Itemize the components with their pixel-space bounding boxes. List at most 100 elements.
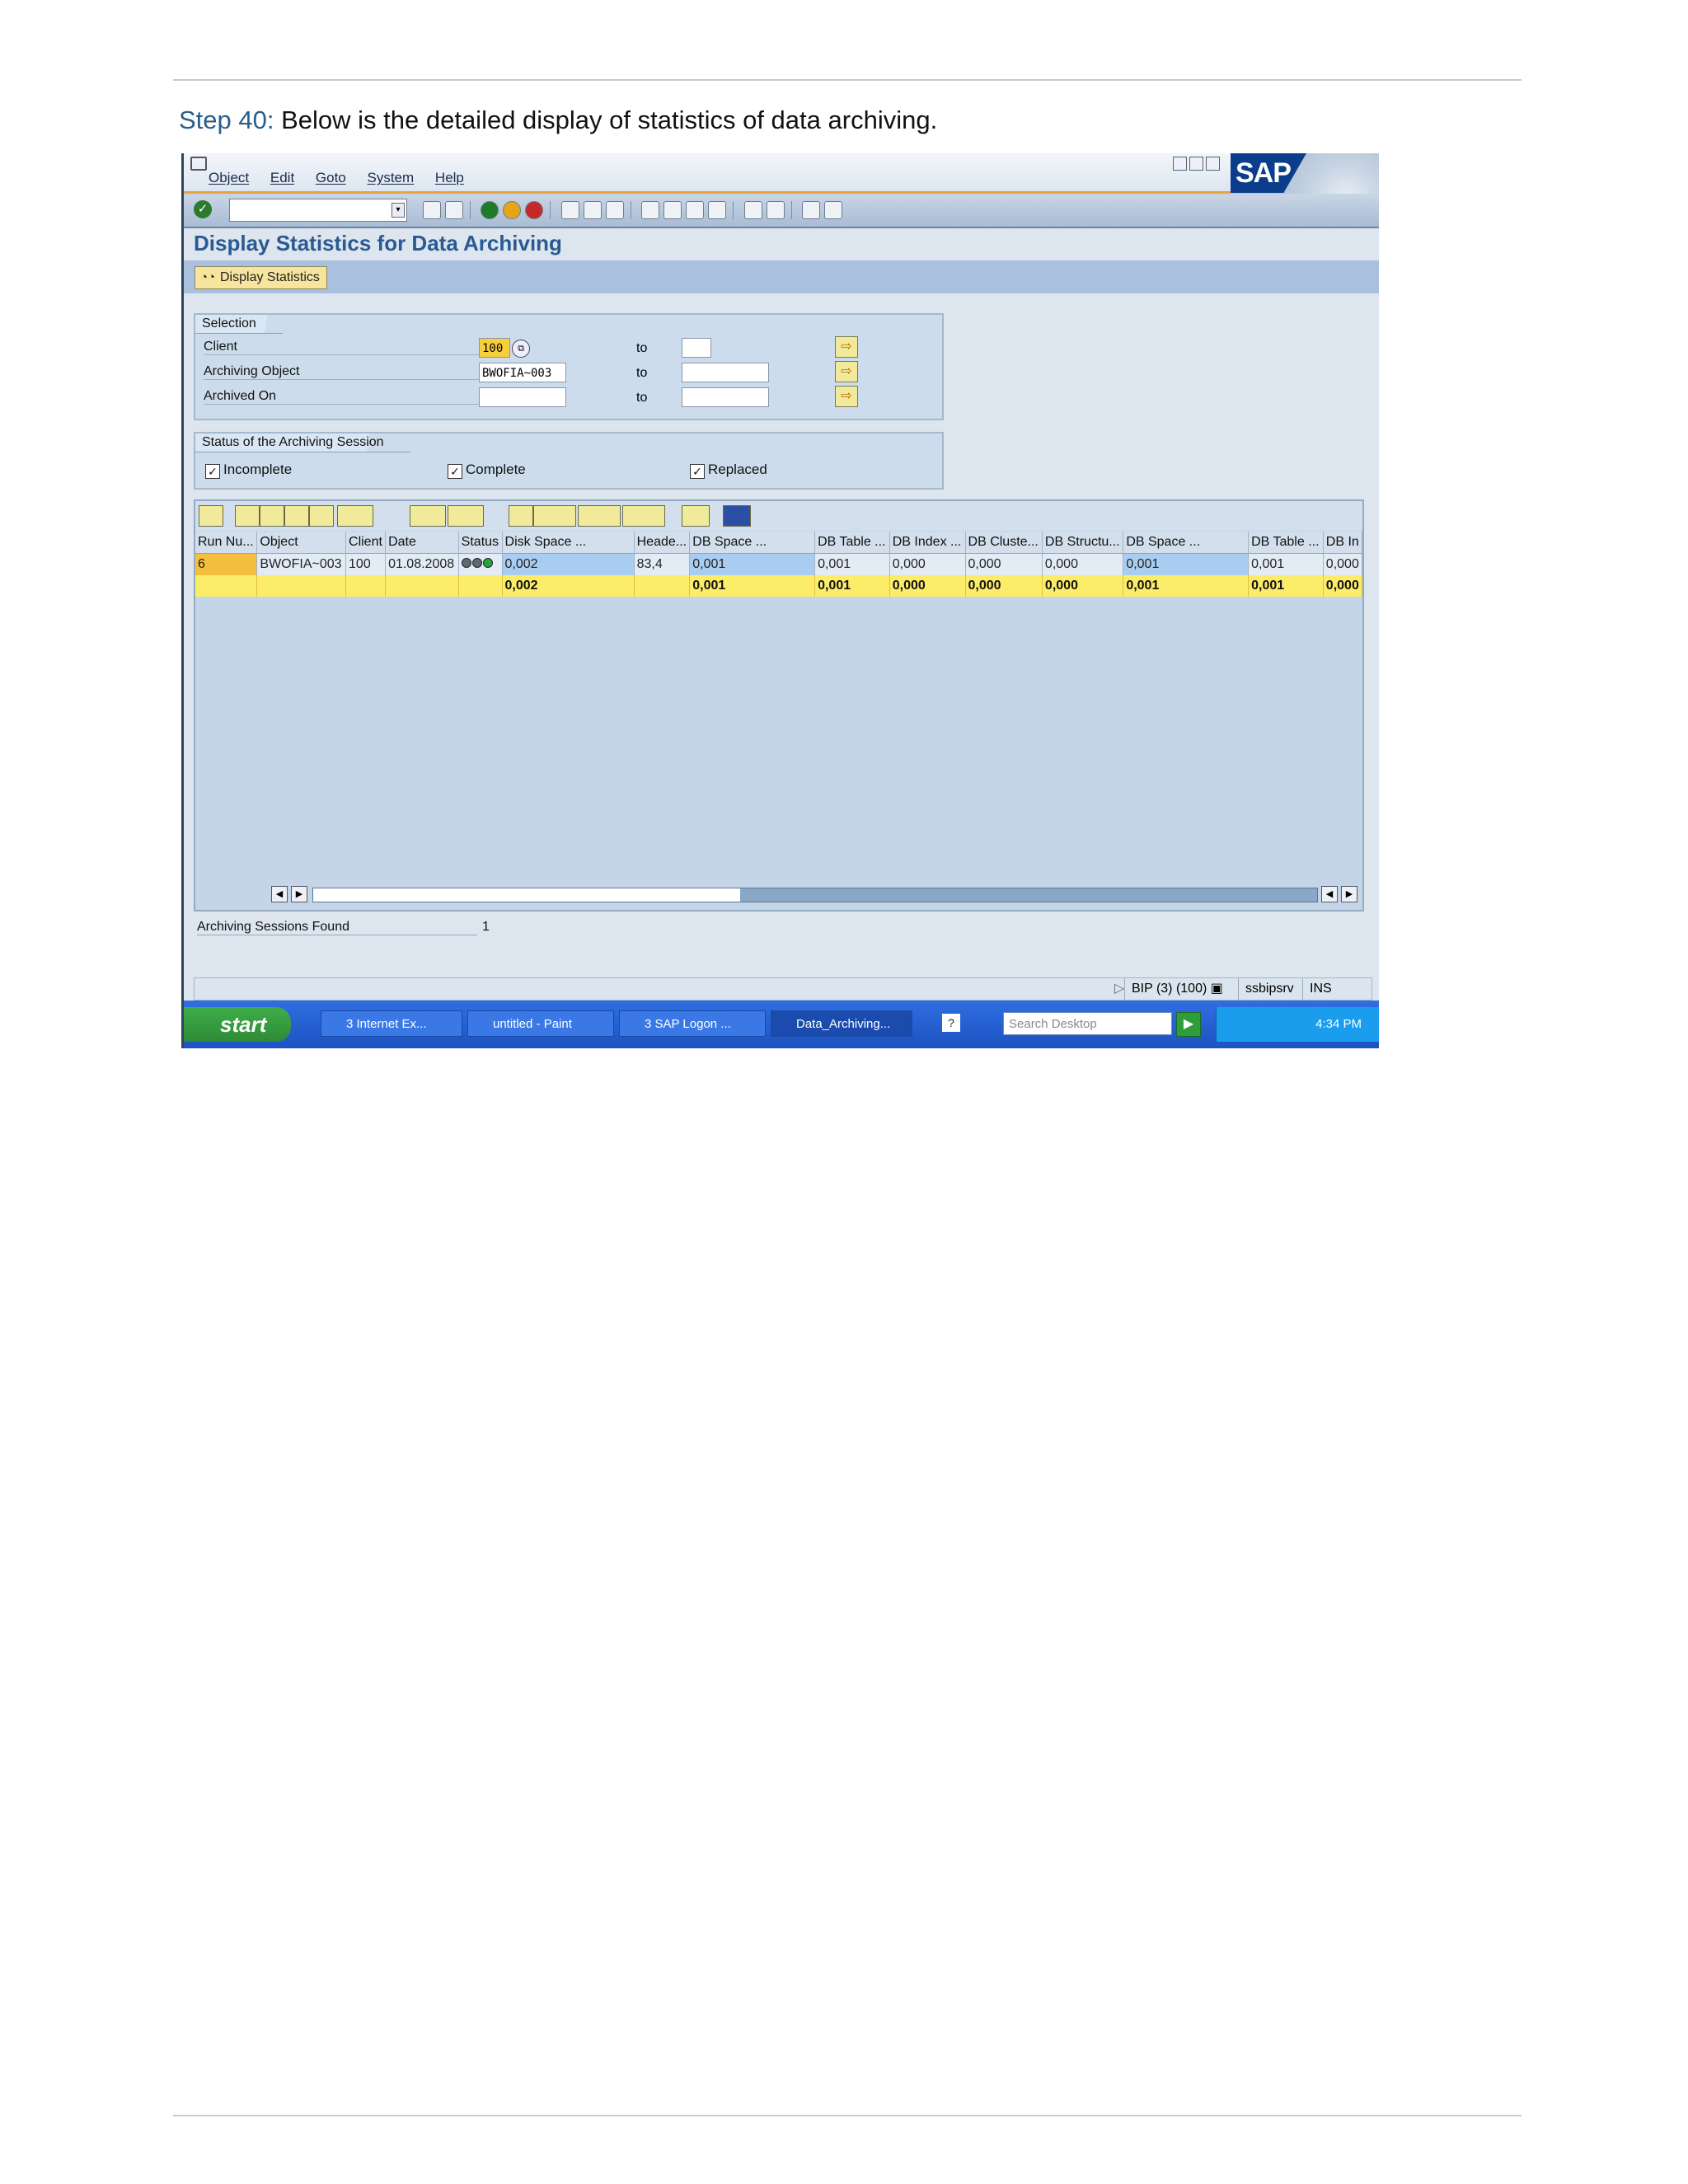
search-go-icon[interactable]: ▶ bbox=[1176, 1012, 1201, 1037]
menu-goto[interactable]: Goto bbox=[316, 170, 346, 185]
back-small-icon[interactable] bbox=[423, 201, 441, 219]
menu-object[interactable]: Object bbox=[209, 170, 249, 185]
archived-on-from-input[interactable] bbox=[479, 387, 566, 407]
information-icon[interactable] bbox=[723, 505, 751, 527]
taskbar-item-paint[interactable]: untitled - Paint bbox=[467, 1010, 614, 1037]
column-header[interactable]: Run Nu... bbox=[195, 532, 258, 554]
print-icon[interactable] bbox=[560, 201, 579, 219]
archiving-object-from-input[interactable]: BWOFIA~003 bbox=[479, 363, 566, 382]
layout-menu-icon[interactable] bbox=[824, 201, 843, 219]
client-multiple-selection-icon[interactable]: ⇨ bbox=[835, 336, 858, 358]
table-cell[interactable]: 0,001 bbox=[1248, 553, 1324, 575]
system-menu-icon[interactable] bbox=[190, 157, 207, 171]
menu-system[interactable]: System bbox=[368, 170, 415, 185]
previous-page-icon[interactable] bbox=[663, 201, 682, 219]
scroll-thumb[interactable] bbox=[313, 888, 740, 902]
object-multiple-selection-icon[interactable]: ⇨ bbox=[835, 361, 858, 382]
column-header[interactable]: Date bbox=[385, 532, 459, 554]
column-header[interactable]: Status bbox=[458, 532, 503, 554]
search-desktop-input[interactable]: Search Desktop bbox=[1003, 1012, 1172, 1035]
sort-descending-icon[interactable] bbox=[260, 505, 284, 527]
taskbar-item-sap-logon[interactable]: 3 SAP Logon ... bbox=[619, 1010, 766, 1037]
incomplete-checkbox[interactable]: ✓ Incomplete bbox=[205, 462, 292, 479]
scroll-right-icon[interactable]: ▶ bbox=[291, 886, 307, 902]
client-to-input[interactable] bbox=[682, 338, 711, 358]
next-page-icon[interactable] bbox=[686, 201, 705, 219]
table-row[interactable]: 6 BWOFIA~003 100 01.08.2008 0,002 83,4 0… bbox=[195, 553, 1362, 575]
sum-icon[interactable] bbox=[410, 505, 446, 527]
date-multiple-selection-icon[interactable]: ⇨ bbox=[835, 386, 858, 407]
scroll-left-end-icon[interactable]: ◀ bbox=[1321, 886, 1338, 902]
command-field[interactable]: ▾ bbox=[229, 199, 407, 222]
find-next-grid-icon[interactable] bbox=[309, 505, 334, 527]
save-icon[interactable] bbox=[445, 201, 463, 219]
table-cell[interactable]: 83,4 bbox=[634, 553, 691, 575]
archiving-object-to-input[interactable] bbox=[682, 363, 769, 382]
table-cell[interactable]: 100 bbox=[345, 553, 387, 575]
table-cell[interactable]: 6 bbox=[195, 553, 258, 575]
back-icon[interactable] bbox=[481, 201, 499, 219]
table-cell[interactable]: 0,001 bbox=[689, 553, 816, 575]
column-header[interactable]: Heade... bbox=[634, 532, 691, 554]
details-icon[interactable] bbox=[199, 505, 223, 527]
table-cell[interactable]: 0,000 bbox=[889, 553, 966, 575]
column-header[interactable]: Disk Space ... bbox=[502, 532, 635, 554]
find-icon[interactable] bbox=[583, 201, 602, 219]
start-button[interactable]: start bbox=[184, 1007, 291, 1042]
minimize-icon[interactable] bbox=[1173, 157, 1187, 171]
table-cell[interactable]: 0,000 bbox=[1042, 553, 1124, 575]
grid-print-icon[interactable] bbox=[509, 505, 533, 527]
column-header[interactable]: Client bbox=[345, 532, 387, 554]
maximize-icon[interactable] bbox=[1189, 157, 1203, 171]
column-header[interactable]: Object bbox=[256, 532, 347, 554]
table-cell[interactable]: 01.08.2008 bbox=[385, 553, 459, 575]
cancel-icon[interactable] bbox=[525, 201, 544, 219]
table-cell[interactable]: 0,000 bbox=[965, 553, 1043, 575]
first-page-icon[interactable] bbox=[641, 201, 660, 219]
column-header[interactable]: DB Index ... bbox=[889, 532, 966, 554]
help-icon[interactable] bbox=[802, 201, 821, 219]
table-cell[interactable]: 0,002 bbox=[502, 553, 635, 575]
export-icon[interactable] bbox=[578, 505, 621, 527]
exit-icon[interactable] bbox=[503, 201, 522, 219]
replaced-checkbox[interactable]: ✓ Replaced bbox=[690, 462, 767, 479]
sort-ascending-icon[interactable] bbox=[235, 505, 260, 527]
system-info[interactable]: BIP (3) (100) ▣ bbox=[1124, 978, 1231, 1000]
status-expand-icon[interactable]: ▷ bbox=[1108, 978, 1124, 1000]
column-header[interactable]: DB In bbox=[1323, 532, 1362, 554]
filter-icon[interactable] bbox=[337, 505, 373, 527]
taskbar-item-internet-explorer[interactable]: 3 Internet Ex... bbox=[321, 1010, 462, 1037]
scroll-track[interactable] bbox=[312, 888, 1318, 902]
table-cell[interactable]: BWOFIA~003 bbox=[256, 553, 347, 575]
display-statistics-button[interactable]: ◔◔ Display Statistics bbox=[195, 266, 327, 289]
views-icon[interactable] bbox=[533, 505, 576, 527]
grid-find-icon[interactable] bbox=[284, 505, 309, 527]
scroll-right-end-icon[interactable]: ▶ bbox=[1341, 886, 1357, 902]
shortcut-icon[interactable] bbox=[766, 201, 785, 219]
archived-on-to-input[interactable] bbox=[682, 387, 769, 407]
menu-help[interactable]: Help bbox=[435, 170, 464, 185]
find-next-icon[interactable] bbox=[605, 201, 624, 219]
column-header[interactable]: DB Cluste... bbox=[965, 532, 1043, 554]
complete-checkbox[interactable]: ✓ Complete bbox=[448, 462, 526, 479]
table-cell[interactable]: 0,000 bbox=[1323, 553, 1362, 575]
close-icon[interactable] bbox=[1206, 157, 1220, 171]
table-cell[interactable]: 0,001 bbox=[814, 553, 890, 575]
enter-icon[interactable]: ✓ bbox=[194, 200, 212, 218]
taskbar-item-data-archiving[interactable]: Data_Archiving... bbox=[771, 1010, 912, 1037]
scroll-left-icon[interactable]: ◀ bbox=[271, 886, 288, 902]
graphic-icon[interactable] bbox=[682, 505, 710, 527]
layout-icon[interactable] bbox=[622, 505, 665, 527]
client-from-input[interactable]: 100 bbox=[479, 338, 510, 358]
subtotal-icon[interactable] bbox=[448, 505, 484, 527]
help-question-icon[interactable]: ? bbox=[942, 1014, 960, 1032]
horizontal-scrollbar[interactable]: ◀ ▶ ◀ ▶ bbox=[271, 886, 1357, 902]
column-header[interactable]: DB Space ... bbox=[1123, 532, 1250, 554]
table-cell[interactable]: 0,001 bbox=[1123, 553, 1250, 575]
menu-edit[interactable]: Edit bbox=[270, 170, 294, 185]
column-header[interactable]: DB Structu... bbox=[1042, 532, 1124, 554]
column-header[interactable]: DB Space ... bbox=[689, 532, 816, 554]
value-help-icon[interactable]: ⧉ bbox=[512, 340, 530, 358]
column-header[interactable]: DB Table ... bbox=[1248, 532, 1324, 554]
command-dropdown-icon[interactable]: ▾ bbox=[392, 203, 405, 218]
